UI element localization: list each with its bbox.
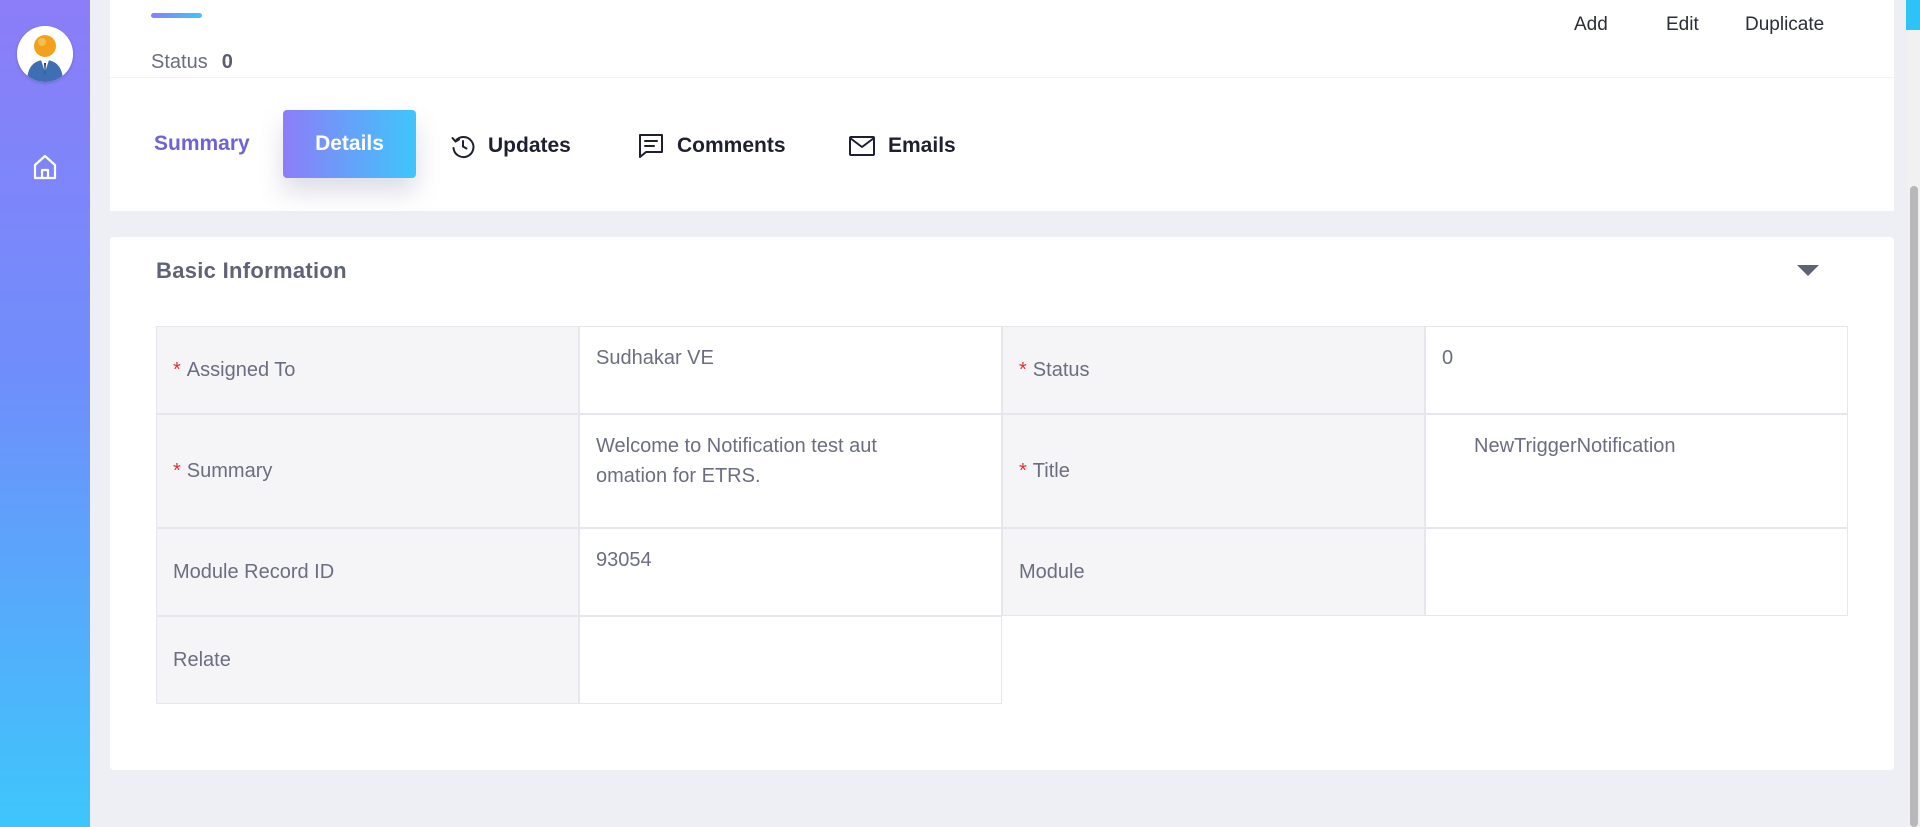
module-record-id-label: Module Record ID bbox=[173, 560, 335, 583]
field-label-summary: * Summary bbox=[156, 414, 579, 528]
edit-button[interactable]: Edit bbox=[1666, 14, 1699, 36]
duplicate-button[interactable]: Duplicate bbox=[1745, 14, 1824, 36]
header-divider bbox=[110, 77, 1894, 78]
tab-updates[interactable]: Updates bbox=[450, 112, 571, 180]
relate-label: Relate bbox=[173, 648, 231, 671]
field-label-assigned-to: * Assigned To bbox=[156, 326, 579, 414]
record-header bbox=[110, 0, 1894, 211]
summary-label: Summary bbox=[186, 459, 273, 482]
required-marker: * bbox=[173, 459, 181, 482]
comment-icon bbox=[639, 134, 663, 158]
header-accent-bar bbox=[151, 13, 202, 18]
field-label-title: * Title bbox=[1002, 414, 1425, 528]
title-label: Title bbox=[1032, 459, 1070, 482]
scroll-indicator bbox=[1906, 0, 1920, 30]
status-label: Status bbox=[1032, 358, 1090, 381]
module-record-id-value[interactable]: 93054 bbox=[579, 528, 1002, 616]
relate-value[interactable] bbox=[579, 616, 1002, 704]
module-value[interactable] bbox=[1425, 528, 1848, 616]
tab-comments-label: Comments bbox=[677, 134, 786, 157]
tab-details-label: Details bbox=[315, 132, 384, 155]
tab-emails[interactable]: Emails bbox=[848, 112, 956, 180]
summary-value[interactable]: Welcome to Notification test aut omation… bbox=[579, 414, 1002, 528]
tab-details[interactable]: Details bbox=[283, 110, 416, 178]
tab-summary-label: Summary bbox=[154, 132, 250, 155]
title-value[interactable]: NewTriggerNotification bbox=[1425, 414, 1848, 528]
tab-comments[interactable]: Comments bbox=[637, 112, 786, 180]
envelope-icon bbox=[849, 136, 875, 156]
field-label-module: Module bbox=[1002, 528, 1425, 616]
tab-summary[interactable]: Summary bbox=[154, 110, 250, 178]
header-status-value: 0 bbox=[221, 51, 233, 73]
required-marker: * bbox=[173, 358, 181, 381]
scrollbar-thumb[interactable] bbox=[1910, 186, 1918, 827]
section-title: Basic Information bbox=[156, 258, 347, 283]
field-label-relate: Relate bbox=[156, 616, 579, 704]
header-status: Status 0 bbox=[151, 51, 233, 74]
header-status-label: Status bbox=[151, 51, 208, 73]
assigned-to-value[interactable]: Sudhakar VE bbox=[579, 326, 1002, 414]
history-icon bbox=[451, 136, 475, 159]
required-marker: * bbox=[1019, 459, 1027, 482]
field-label-module-record-id: Module Record ID bbox=[156, 528, 579, 616]
tab-emails-label: Emails bbox=[888, 134, 956, 157]
user-avatar[interactable] bbox=[17, 26, 73, 82]
left-sidebar bbox=[0, 0, 90, 827]
status-value[interactable]: 0 bbox=[1425, 326, 1848, 414]
add-button[interactable]: Add bbox=[1574, 14, 1608, 36]
module-label: Module bbox=[1019, 560, 1085, 583]
required-marker: * bbox=[1019, 358, 1027, 381]
caret-down-icon[interactable] bbox=[1797, 265, 1819, 276]
field-label-status: * Status bbox=[1002, 326, 1425, 414]
tab-updates-label: Updates bbox=[488, 134, 571, 157]
assigned-to-label: Assigned To bbox=[186, 358, 296, 381]
home-icon[interactable] bbox=[30, 152, 60, 182]
